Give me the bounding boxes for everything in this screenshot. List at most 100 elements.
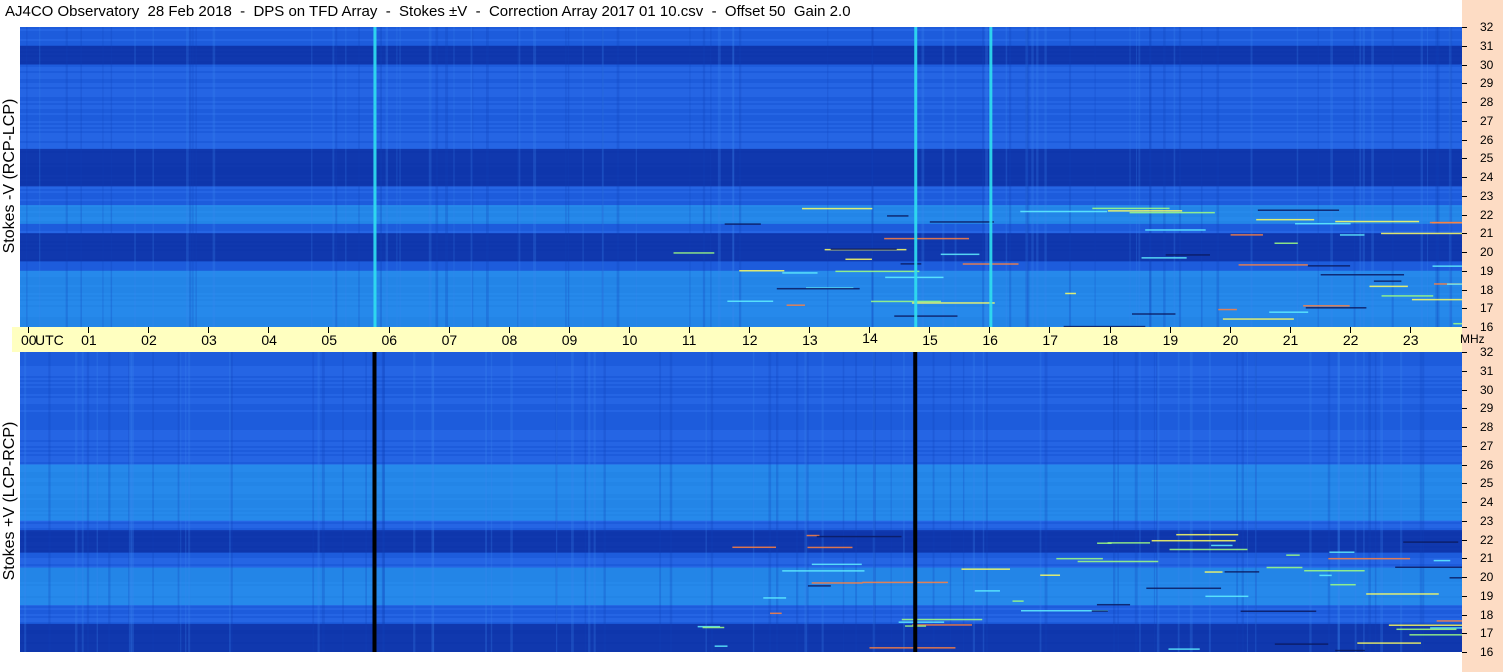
bottom-streak [1208, 352, 1211, 652]
utc-tick-label: 15 [922, 332, 938, 348]
bottom-mhz-tick-mark [1462, 652, 1467, 653]
bottom-texture-row [20, 440, 1462, 442]
top-event-line [989, 27, 993, 327]
top-streak [1250, 27, 1253, 327]
utc-tick-label: 07 [441, 332, 458, 348]
bottom-texture-row [20, 618, 1462, 620]
bottom-rfi-dash [1449, 577, 1462, 579]
bottom-streak [185, 352, 187, 652]
top-streak [1391, 27, 1394, 327]
utc-tick-label: 06 [381, 332, 398, 348]
top-streak [486, 27, 489, 327]
bottom-rfi-dash [811, 563, 862, 566]
bottom-streak [705, 352, 707, 652]
top-mhz-tick-label: 32 [1480, 20, 1494, 34]
top-event-line [914, 27, 918, 327]
bottom-streak [86, 352, 90, 652]
bottom-rfi-dash [1205, 595, 1249, 598]
bottom-rfi-dash [807, 585, 831, 587]
utc-tick-label: 09 [561, 332, 578, 348]
bottom-texture-row [20, 404, 1462, 406]
top-streak [942, 27, 945, 327]
top-rfi-dash [1065, 292, 1076, 295]
bottom-texture-row [20, 412, 1462, 414]
bottom-texture-row [20, 368, 1462, 370]
utc-tick-label: 23 [1402, 332, 1419, 348]
top-rfi-dash [894, 315, 958, 317]
bottom-texture-row [20, 444, 1462, 446]
top-streak [1178, 27, 1182, 327]
bottom-rfi-dash [1433, 559, 1451, 562]
top-rfi-dash [887, 215, 909, 217]
bottom-streak [96, 352, 99, 652]
bottom-streak [321, 352, 325, 652]
top-streak [1362, 27, 1365, 327]
top-mhz-tick-label: 29 [1480, 76, 1494, 91]
top-streak [39, 27, 41, 327]
bottom-streak [1309, 352, 1312, 652]
top-streak [1330, 27, 1333, 327]
top-streak [1138, 27, 1141, 327]
top-mhz-tick-label: 20 [1480, 245, 1494, 259]
bottom-texture-row [20, 390, 1462, 392]
bottom-streak [669, 352, 673, 652]
top-rfi-dash [1453, 322, 1462, 325]
bottom-mhz-tick-label: 23 [1480, 513, 1494, 528]
bottom-streak [1113, 352, 1116, 652]
bottom-streak [490, 352, 493, 652]
top-streak [710, 27, 712, 327]
top-rfi-dash [1446, 283, 1462, 285]
utc-tick-label: 18 [1102, 332, 1119, 348]
top-streak [871, 27, 874, 327]
top-rfi-dash [845, 258, 872, 261]
top-rfi-dash [1274, 242, 1298, 244]
bottom-streak [982, 352, 985, 652]
top-mhz-tick-mark [1462, 327, 1467, 328]
bottom-streak [1039, 352, 1042, 652]
top-rfi-dash [739, 269, 785, 272]
bottom-texture-row [20, 606, 1462, 608]
bottom-texture-row [20, 370, 1462, 372]
bottom-rfi-dash [1330, 583, 1356, 586]
top-streak [445, 27, 449, 327]
top-streak [1094, 27, 1096, 327]
bottom-streak [972, 352, 976, 652]
bottom-texture-row [20, 524, 1462, 526]
bottom-rfi-dash [1430, 627, 1462, 629]
top-streak [1216, 27, 1220, 327]
bottom-rfi-dash [1396, 628, 1457, 631]
bottom-rfi-dash [1077, 560, 1159, 563]
bottom-streak [1044, 352, 1048, 652]
bottom-mhz-tick-label: 16 [1480, 645, 1494, 659]
top-streak [921, 27, 925, 327]
bottom-texture-row [20, 454, 1462, 456]
bottom-streak [1327, 352, 1331, 652]
bottom-rfi-dash [1169, 548, 1248, 551]
top-mhz-tick-mark [1462, 308, 1467, 310]
bottom-streak [81, 352, 84, 652]
top-mhz-tick-mark [1462, 158, 1467, 160]
bottom-rfi-dash [1335, 649, 1365, 652]
bottom-streak [804, 352, 808, 652]
bottom-mhz-tick-label: 30 [1480, 382, 1494, 397]
bottom-texture-row [20, 380, 1462, 382]
bottom-rfi-dash [1286, 554, 1300, 556]
bottom-rfi-dash [714, 645, 728, 647]
utc-tick-label: 11 [681, 332, 697, 348]
bottom-texture-row [20, 362, 1462, 364]
top-streak [1200, 27, 1203, 327]
bottom-rfi-dash [862, 581, 948, 584]
top-rfi-dash [830, 248, 897, 250]
top-streak [1353, 27, 1356, 327]
bottom-texture-row [20, 460, 1462, 462]
bottom-streak [659, 352, 662, 652]
top-streak [435, 27, 439, 327]
bottom-streak [48, 352, 51, 652]
bottom-bright-band [20, 464, 1462, 521]
utc-tick-label: 19 [1162, 332, 1179, 348]
bottom-rfi-dash [1091, 610, 1108, 612]
bottom-mhz-tick-label: 26 [1480, 457, 1494, 472]
bottom-streak [584, 352, 587, 652]
top-event-line [373, 27, 377, 327]
top-streak [1173, 27, 1176, 327]
